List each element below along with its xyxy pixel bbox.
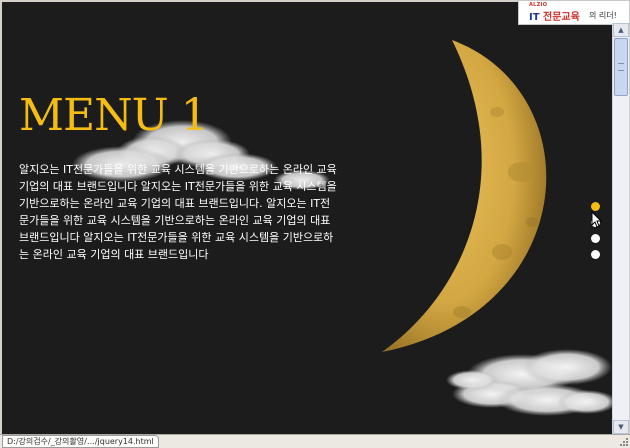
scroll-down-button[interactable]: ▼ (613, 420, 629, 434)
logo-title-main: 전문교육 (543, 12, 580, 23)
cloud-lower (446, 349, 612, 416)
vertical-scrollbar[interactable]: ▲ ▼ (612, 23, 629, 434)
crescent-moon (382, 40, 547, 352)
menu-description: 알지오는 IT전문가들을 위한 교육 시스템을 기반으로하는 온라인 교육 기업… (19, 163, 337, 261)
scroll-up-button[interactable]: ▲ (613, 23, 629, 37)
page-viewport: MENU 1 알지오는 IT전문가들을 위한 교육 시스템을 기반으로하는 온라… (2, 2, 612, 434)
logo-title: IT 전문교육 (529, 8, 580, 23)
thumb-grip-icon (618, 63, 624, 71)
browser-frame: MENU 1 알지오는 IT전문가들을 위한 교육 시스템을 기반으로하는 온라… (0, 0, 630, 448)
logo-subtitle: 의 리더! (589, 11, 617, 20)
pagination-dot-3[interactable] (591, 234, 600, 243)
scroll-thumb[interactable] (614, 38, 628, 96)
alzio-logo[interactable]: ALZIO IT 전문교육 의 리더! (518, 0, 630, 25)
up-arrow-icon: ▲ (618, 26, 624, 34)
status-bar: D:/강의검수/_강의촬영/…/jquery14.html (0, 434, 630, 448)
resize-grip-icon[interactable] (619, 437, 629, 447)
menu-title: MENU 1 (19, 90, 209, 141)
mouse-pointer-icon (591, 211, 603, 228)
logo-title-it: IT (529, 12, 540, 23)
pagination-dot-4[interactable] (591, 250, 600, 259)
down-arrow-icon: ▼ (618, 423, 624, 431)
pagination-dot-1[interactable] (591, 202, 600, 211)
status-url: D:/강의검수/_강의촬영/…/jquery14.html (2, 435, 159, 448)
